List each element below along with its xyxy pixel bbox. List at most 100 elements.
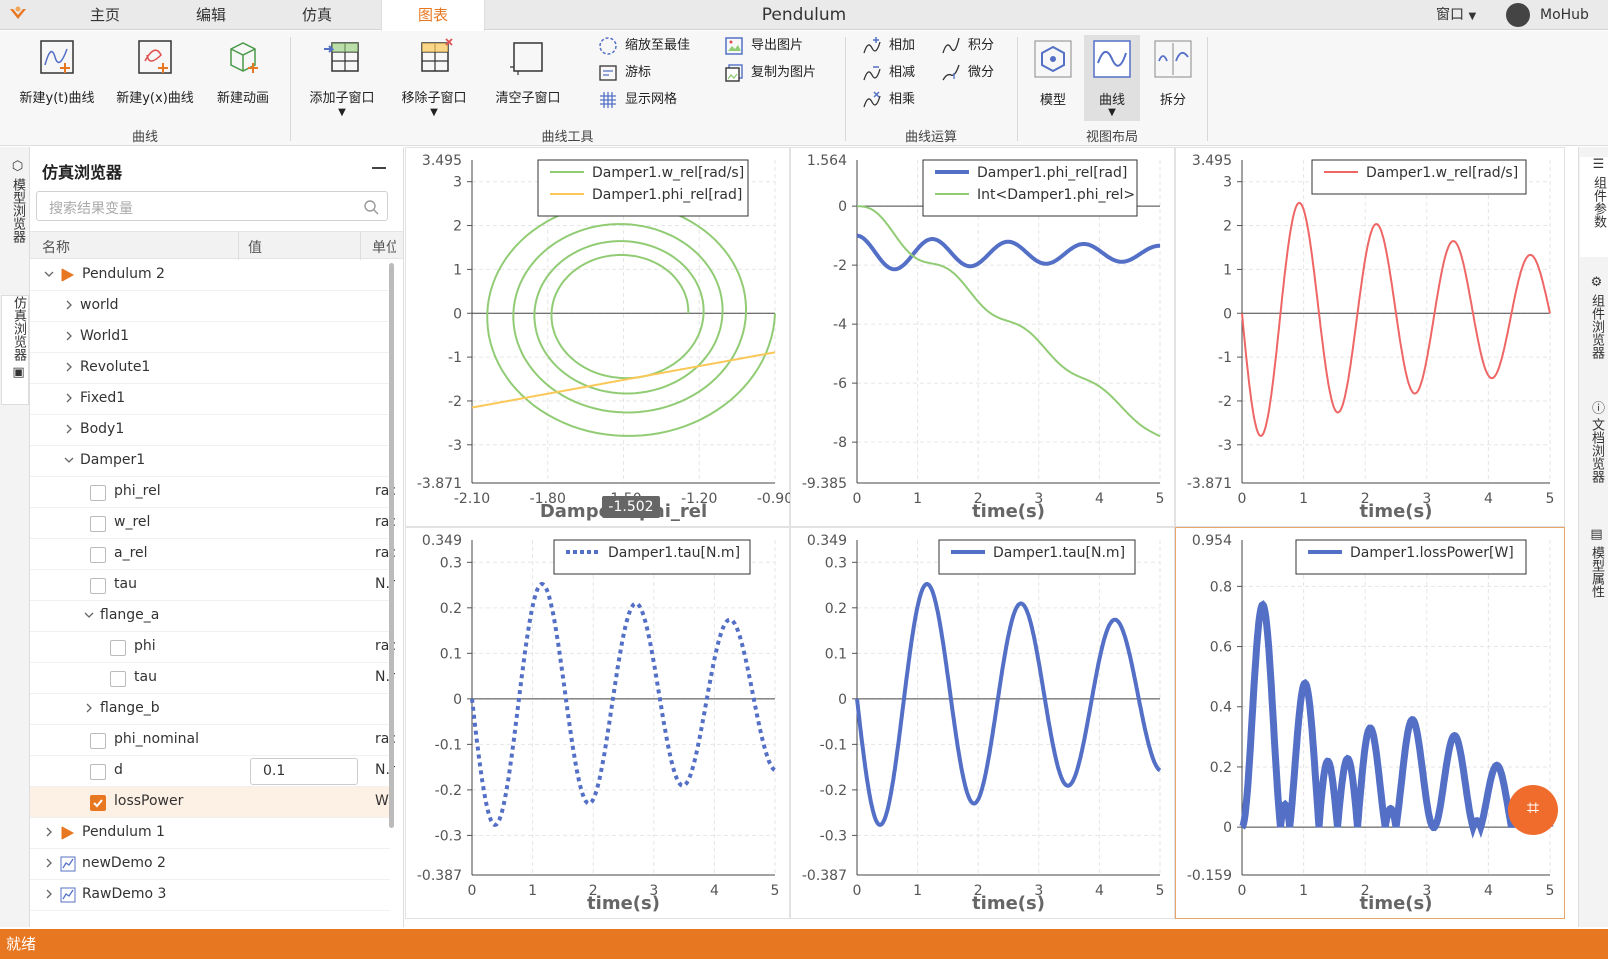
new-animation-button[interactable]: 新建动画: [206, 37, 280, 106]
component-params-tab[interactable]: ☰ 组件参数: [1580, 157, 1608, 257]
window-menu[interactable]: 窗口 ▼: [1436, 0, 1476, 32]
show-grid-button[interactable]: 显示网格: [598, 89, 677, 111]
chart-panel[interactable]: 0 1 2 3 4 5 0.3 0.2 0.1 0 -0.1 -0.2 -0.3 0.349 -0.387 t…: [405, 527, 790, 919]
simulation-browser-tab[interactable]: 仿真浏览器 ▣: [1, 295, 29, 405]
chart-legend[interactable]: Damper1.tau[N.m]: [938, 539, 1136, 575]
document-browser-tab[interactable]: ⓘ 文档浏览器: [1582, 401, 1606, 511]
chevron-right-icon[interactable]: [44, 827, 54, 837]
tree-row-pendulum-2[interactable]: Pendulum 2: [30, 260, 390, 291]
column-name-header[interactable]: 名称: [42, 237, 70, 257]
tree-row-damper1[interactable]: Damper1: [30, 446, 390, 477]
new-yx-curve-button[interactable]: 新建y(x)曲线: [110, 37, 200, 106]
chart-panel[interactable]: 0 1 2 3 4 5 0 -2 -4 -6 -8 1.564 -9.385 time(s) Damper1…: [790, 147, 1175, 527]
checkbox-checked[interactable]: [90, 795, 106, 811]
layout-curve-button[interactable]: 曲线 ▼: [1084, 35, 1140, 121]
chart-panel[interactable]: 0 1 2 3 4 5 0.8 0.6 0.4 0.2 0 0.954 -0.159 time(s) Dam…: [1175, 527, 1565, 919]
user-name[interactable]: MoHub: [1540, 0, 1589, 30]
chevron-right-icon[interactable]: [64, 331, 74, 341]
tree-row-label: Pendulum 1: [82, 824, 165, 840]
tab-simulation[interactable]: 仿真: [270, 0, 364, 30]
add-subwindow-button[interactable]: 添加子窗口 ▼: [300, 37, 384, 118]
chevron-right-icon[interactable]: [44, 889, 54, 899]
checkbox[interactable]: [90, 516, 106, 532]
checkbox[interactable]: [90, 764, 106, 780]
curve-add-button[interactable]: 相加: [862, 35, 915, 57]
series-line-phi-rel[interactable]: [856, 233, 1160, 272]
curve-subtract-button[interactable]: 相减: [862, 62, 915, 84]
column-unit-header[interactable]: 单位: [372, 237, 396, 257]
chevron-right-icon[interactable]: [44, 858, 54, 868]
checkbox[interactable]: [90, 547, 106, 563]
tab-chart[interactable]: 图表: [381, 0, 485, 31]
chart-panel[interactable]: -2.10-1.80-1.50-1.20-0.903210-1-2-33.495…: [405, 147, 791, 527]
chart-legend[interactable]: Damper1.w_rel[rad/s] Damper1.phi_rel[rad]: [537, 159, 749, 217]
chart-panel[interactable]: 0 1 2 3 4 5 3 2 1 0 -1 -2 -3 3.495 -3.871 time(s) Damper…: [1175, 147, 1565, 527]
tree-row-pendulum-1[interactable]: Pendulum 1: [30, 818, 390, 849]
series-line-tau[interactable]: [470, 582, 777, 827]
tree-row-flange-a-phi[interactable]: phirad: [30, 632, 395, 663]
layout-model-button[interactable]: 模型: [1026, 35, 1080, 108]
tree-row-d[interactable]: d0.1N.m.s/rad: [30, 756, 395, 787]
curve-integrate-button[interactable]: 积分: [941, 35, 994, 57]
tree-row-flange-a-tau[interactable]: tauN.m: [30, 663, 395, 694]
export-image-button[interactable]: 导出图片: [724, 35, 803, 57]
checkbox[interactable]: [90, 733, 106, 749]
chevron-down-icon[interactable]: [84, 610, 94, 620]
new-yt-curve-button[interactable]: 新建y(t)曲线: [12, 37, 102, 106]
tree-row-flange-a[interactable]: flange_a: [30, 601, 390, 632]
layout-split-button[interactable]: 拆分: [1146, 35, 1200, 108]
tree-row-flange-b[interactable]: flange_b: [30, 694, 390, 725]
tree-row-world[interactable]: world: [30, 291, 390, 322]
tree-row-w-rel[interactable]: w_relrad/s: [30, 508, 395, 539]
vertical-scrollbar[interactable]: [389, 263, 394, 828]
remove-subwindow-button[interactable]: 移除子窗口 ▼: [392, 37, 476, 118]
copy-image-button[interactable]: 复制为图片: [724, 62, 816, 84]
crop-icon[interactable]: ⌗: [1508, 785, 1558, 835]
tree-row-loss-power[interactable]: lossPower W: [30, 787, 390, 818]
tree-row-world1[interactable]: World1: [30, 322, 390, 353]
checkbox[interactable]: [110, 640, 126, 656]
legend-label: Damper1.w_rel[rad/s]: [592, 165, 744, 181]
search-input[interactable]: 搜索结果变量: [36, 191, 388, 221]
tree-row-phi-rel[interactable]: phi_relrad: [30, 477, 395, 508]
checkbox[interactable]: [110, 671, 126, 687]
series-line-loss-power[interactable]: [1239, 600, 1554, 839]
chevron-down-icon[interactable]: [64, 455, 74, 465]
tab-edit[interactable]: 编辑: [164, 0, 258, 30]
tree-row-a-rel[interactable]: a_relrad/s2: [30, 539, 395, 570]
user-avatar-icon[interactable]: [1506, 3, 1530, 27]
column-value-header[interactable]: 值: [248, 237, 262, 257]
tree-row-phi-nominal[interactable]: phi_nominalrad: [30, 725, 395, 756]
tab-home[interactable]: 主页: [58, 0, 152, 30]
tree-row-raw-demo-3[interactable]: RawDemo 3: [30, 880, 390, 911]
model-browser-tab[interactable]: ⬡ 模型浏览器: [3, 159, 27, 279]
minimize-icon[interactable]: [372, 167, 386, 169]
chart-legend[interactable]: Damper1.tau[N.m]: [553, 539, 751, 575]
checkbox[interactable]: [90, 485, 106, 501]
tree-row-revolute1[interactable]: Revolute1: [30, 353, 390, 384]
tree-row-new-demo-2[interactable]: newDemo 2: [30, 849, 390, 880]
clear-subwindow-button[interactable]: 清空子窗口: [486, 37, 570, 106]
tree-row-body1[interactable]: Body1: [30, 415, 390, 446]
value-input[interactable]: 0.1: [250, 758, 358, 785]
chart-legend[interactable]: Damper1.phi_rel[rad] Int<Damper1.phi_rel>: [922, 159, 1138, 217]
series-line-tau[interactable]: [855, 582, 1162, 827]
chart-panel[interactable]: 0 1 2 3 4 5 0.3 0.2 0.1 0 -0.1 -0.2 -0.3 0.349 -0.387 t…: [790, 527, 1175, 919]
checkbox[interactable]: [90, 578, 106, 594]
tree-row-fixed1[interactable]: Fixed1: [30, 384, 390, 415]
chevron-right-icon[interactable]: [64, 424, 74, 434]
curve-differentiate-button[interactable]: 微分: [941, 62, 994, 84]
tree-row-tau[interactable]: tauN.m: [30, 570, 395, 601]
chart-legend[interactable]: Damper1.lossPower[W]: [1295, 539, 1527, 575]
chart-legend[interactable]: Damper1.w_rel[rad/s]: [1311, 159, 1527, 195]
model-properties-tab[interactable]: ▤ 模型属性: [1582, 527, 1606, 627]
component-browser-tab[interactable]: ⚙ 组件浏览器: [1582, 275, 1606, 385]
chevron-right-icon[interactable]: [64, 393, 74, 403]
zoom-to-fit-button[interactable]: 缩放至最佳: [598, 35, 690, 57]
chevron-right-icon[interactable]: [64, 300, 74, 310]
chevron-right-icon[interactable]: [84, 703, 94, 713]
chevron-right-icon[interactable]: [64, 362, 74, 372]
curve-multiply-button[interactable]: 相乘: [862, 89, 915, 111]
chevron-down-icon[interactable]: [44, 269, 54, 279]
cursor-button[interactable]: 游标: [598, 62, 651, 84]
